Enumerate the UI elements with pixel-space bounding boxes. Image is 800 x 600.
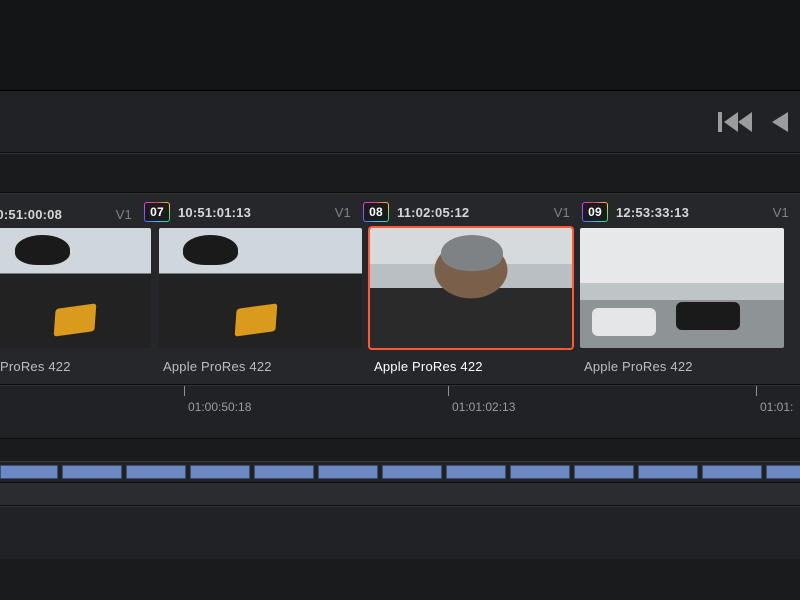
ruler-tick-label: 01:01:02:13 [452,400,515,414]
clip-codec-label: Apple ProRes 422 [366,352,576,380]
ruler-tick: 01:00:50:18 [184,386,251,438]
timeline-clip-segment[interactable] [702,465,762,479]
clip-timecode: 10:51:00:08 [0,207,62,222]
clip-track-label: V1 [335,205,351,220]
clip-thumbnail[interactable] [159,228,362,348]
clip-header: 08 11:02:05:12 V1 [355,202,574,222]
gap-area [0,153,800,193]
timeline-tracks [0,461,800,506]
timeline-clip-segment[interactable] [126,465,186,479]
clip-timecode: 11:02:05:12 [397,205,469,220]
clip-thumbnail-cell[interactable] [576,224,788,352]
timeline-clip-segment[interactable] [574,465,634,479]
lightbox-strip: 10:51:00:08 V1 07 10:51:01:13 V1 08 11:02:05:1… [0,193,800,385]
timeline-clip-segment[interactable] [318,465,378,479]
ruler-tick-label: 01:01: [760,400,793,414]
clip-number-badge: 07 [144,202,170,222]
clip-thumbnail[interactable] [580,228,784,348]
timeline-clip-segment[interactable] [510,465,570,479]
timeline-ruler[interactable]: 01:00:50:18 01:01:02:13 01:01: [0,385,800,439]
clip-thumbnail[interactable] [370,228,572,348]
bottom-bar [0,506,800,559]
play-reverse-icon [770,111,788,133]
clip-number-badge: 08 [363,202,389,222]
clip-thumbnail[interactable] [0,228,151,348]
video-track-lane[interactable] [0,461,800,483]
clip-thumbnail-cell[interactable] [366,224,576,352]
clip-timecode: 12:53:33:13 [616,205,689,220]
clip-codec-label: Apple ProRes 422 [155,352,366,380]
clip-thumbnail-cell[interactable] [0,224,155,352]
clip-timecode: 10:51:01:13 [178,205,251,220]
skip-back-button[interactable] [718,111,752,133]
ruler-tick-label: 01:00:50:18 [188,400,251,414]
clip-thumbnail-cell[interactable] [155,224,366,352]
timeline-clip-segment[interactable] [190,465,250,479]
clip-header: 09 12:53:33:13 V1 [574,202,793,222]
timeline-clip-segment[interactable] [766,465,800,479]
play-reverse-button[interactable] [770,111,788,133]
ruler-tick: 01:01: [756,386,793,438]
transport-bar [0,91,800,153]
timeline-clip-segment[interactable] [638,465,698,479]
timeline-clip-segment[interactable] [0,465,58,479]
ruler-tick: 01:01:02:13 [448,386,515,438]
clip-track-label: V1 [773,205,789,220]
clip-header: 10:51:00:08 V1 [0,207,136,222]
timeline-clip-segment[interactable] [446,465,506,479]
top-empty-area [0,0,800,91]
clip-track-label: V1 [554,205,570,220]
clip-header: 07 10:51:01:13 V1 [136,202,355,222]
timeline-clip-segment[interactable] [382,465,442,479]
clip-codec-label: ProRes 422 [0,352,155,380]
timeline-clip-segment[interactable] [254,465,314,479]
clip-codec-label: Apple ProRes 422 [576,352,788,380]
skip-back-icon [718,111,752,133]
clip-number-badge: 09 [582,202,608,222]
timeline-clip-segment[interactable] [62,465,122,479]
clip-track-label: V1 [116,207,132,222]
